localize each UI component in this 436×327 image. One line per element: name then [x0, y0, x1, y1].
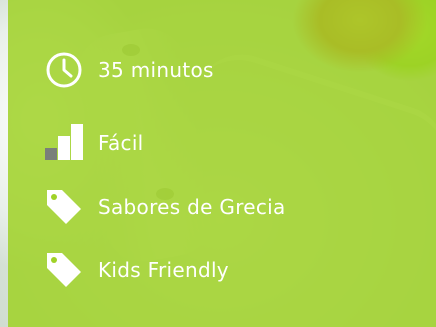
tag-icon — [44, 187, 84, 227]
difficulty-bars-icon — [44, 123, 84, 163]
clock-icon — [44, 50, 84, 90]
detail-category-label: Sabores de Grecia — [98, 195, 286, 219]
detail-time-label: 35 minutos — [98, 58, 214, 82]
detail-category: Sabores de Grecia — [44, 187, 286, 227]
detail-tag-label: Kids Friendly — [98, 258, 229, 282]
detail-time: 35 minutos — [44, 50, 214, 90]
tag-icon — [44, 250, 84, 290]
detail-difficulty-label: Fácil — [98, 131, 144, 155]
recipe-details-panel: 35 minutos Fácil Sabores de Grecia Kids … — [8, 0, 436, 327]
detail-difficulty: Fácil — [44, 123, 144, 163]
detail-tag: Kids Friendly — [44, 250, 229, 290]
